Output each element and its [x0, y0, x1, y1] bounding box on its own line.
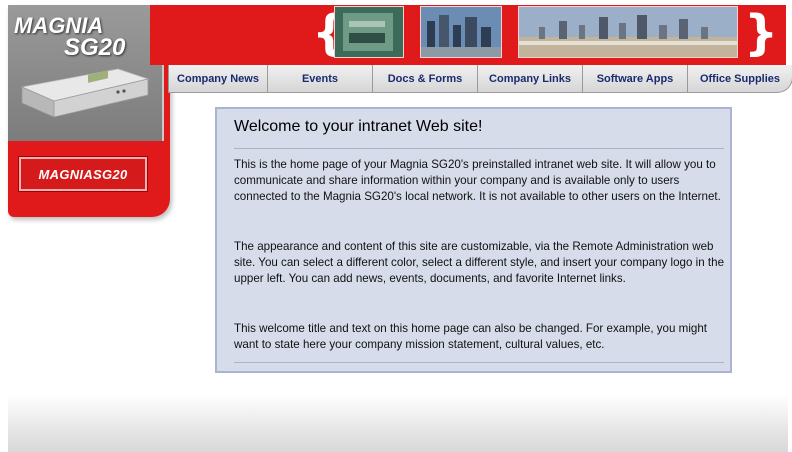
header-banner: { } — [150, 5, 786, 65]
brand-panel: MAGNIA SG20 MAGNIASG20 — [8, 5, 170, 217]
right-brace-decoration: } — [744, 5, 779, 61]
tab-company-links[interactable]: Company Links — [478, 65, 583, 93]
tab-office-supplies[interactable]: Office Supplies — [688, 65, 792, 93]
welcome-text-paragraph: This welcome title and text on this home… — [234, 322, 708, 351]
header-photo-train — [334, 6, 404, 58]
logo-line2: SG20 — [64, 34, 126, 61]
server-device-icon — [20, 68, 150, 118]
page-title: Welcome to your intranet Web site! — [234, 118, 483, 135]
intro-paragraph: This is the home page of your Magnia SG2… — [234, 158, 721, 203]
footer-shadow — [8, 395, 788, 452]
bottom-divider — [234, 362, 724, 363]
magnia-logo: MAGNIA SG20 — [14, 15, 126, 61]
tab-software-apps[interactable]: Software Apps — [583, 65, 688, 93]
tab-docs-forms[interactable]: Docs & Forms — [373, 65, 478, 93]
tab-events[interactable]: Events — [268, 65, 373, 93]
header-photo-city — [420, 6, 502, 58]
magnia-sg20-badge: MAGNIASG20 — [19, 157, 147, 191]
customization-paragraph: The appearance and content of this site … — [234, 240, 725, 285]
title-divider — [234, 148, 724, 149]
logo-area: MAGNIA SG20 — [8, 5, 164, 141]
main-nav: Company News Events Docs & Forms Company… — [168, 65, 792, 93]
tab-company-news[interactable]: Company News — [168, 65, 268, 93]
header-photo-skyline — [518, 6, 738, 58]
welcome-card: Welcome to your intranet Web site! This … — [215, 107, 732, 373]
